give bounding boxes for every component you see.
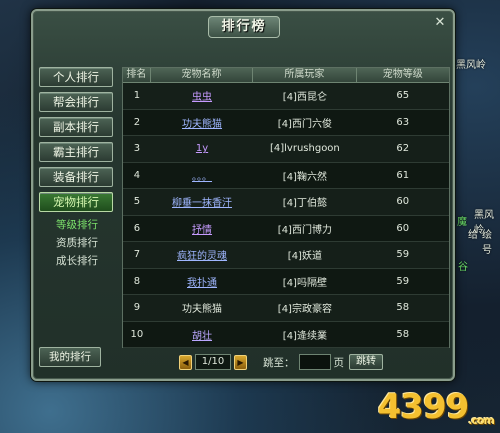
- table-row[interactable]: 5 柳垂一抹香汗 [4]丁伯懿 60: [123, 189, 449, 216]
- pet-name-link[interactable]: 疯狂的灵魂: [177, 251, 227, 262]
- table-row[interactable]: 10 胡壮 [4]逄续業 58: [123, 322, 449, 348]
- header-owner[interactable]: 所属玩家: [253, 68, 357, 82]
- pet-name-link[interactable]: 我扑通: [187, 278, 217, 289]
- cell-level: 60: [396, 222, 410, 234]
- cell-level: 65: [396, 90, 410, 102]
- jump-label: 跳至：: [263, 356, 295, 369]
- pet-name-link[interactable]: 。。。: [192, 172, 212, 183]
- sub-item-growth[interactable]: 成长排行: [56, 252, 119, 270]
- cell-owner: [4]西门博力: [277, 224, 332, 236]
- category-button-equipment[interactable]: 装备排行: [39, 167, 113, 187]
- cell-owner: [4]吗隔壁: [282, 277, 327, 289]
- title-bar[interactable]: 排行榜 ✕: [33, 11, 453, 41]
- category-button-overlord[interactable]: 霸主排行: [39, 142, 113, 162]
- table-header: 排名 宠物名称 所属玩家 宠物等级: [123, 68, 449, 83]
- cell-rank: 10: [130, 328, 144, 340]
- table-row[interactable]: 2 功夫熊猫 [4]西门六俊 63: [123, 110, 449, 136]
- header-rank[interactable]: 排名: [123, 68, 151, 82]
- cell-rank: 2: [133, 116, 141, 128]
- cell-owner: [4]西昆仑: [282, 92, 327, 104]
- category-sidebar: 个人排行 帮会排行 副本排行 霸主排行 装备排行 宠物排行 等级排行 资质排行 …: [39, 67, 119, 270]
- cell-level: 62: [396, 143, 410, 155]
- sub-item-level[interactable]: 等级排行: [56, 216, 119, 234]
- cell-level: 59: [396, 275, 410, 287]
- bg-label: 给: [468, 230, 478, 241]
- cell-rank: 4: [133, 169, 141, 181]
- cell-level: 58: [396, 328, 410, 340]
- page-indicator: 1/10: [195, 354, 231, 370]
- pagination: ◀ 1/10 ▶ 跳至： 页 跳转: [179, 353, 383, 371]
- page-unit-label: 页: [333, 356, 345, 369]
- header-pet-name[interactable]: 宠物名称: [151, 68, 254, 82]
- cell-pet: 功夫熊猫: [182, 304, 223, 316]
- pet-name-link[interactable]: 功夫熊猫: [182, 119, 222, 130]
- cell-pet: 虫虫: [151, 88, 253, 103]
- cell-pet: 抒情: [151, 221, 253, 236]
- category-button-dungeon[interactable]: 副本排行: [39, 117, 113, 137]
- pet-name-link[interactable]: 虫虫: [192, 92, 212, 103]
- close-icon[interactable]: ✕: [433, 16, 447, 30]
- pet-name-link[interactable]: 柳垂一抹香汗: [172, 198, 232, 209]
- jump-page-input[interactable]: [298, 354, 331, 370]
- cell-owner: [4]丁伯懿: [282, 198, 327, 210]
- cell-level: 61: [396, 169, 410, 181]
- cell-rank: 5: [133, 196, 141, 208]
- cell-owner: [4]西门六俊: [277, 118, 332, 130]
- category-button-personal[interactable]: 个人排行: [39, 67, 113, 87]
- table-row[interactable]: 7 疯狂的灵魂 [4]妖道 59: [123, 242, 449, 269]
- prev-page-icon[interactable]: ◀: [179, 354, 192, 370]
- cell-pet: 柳垂一抹香汗: [151, 194, 253, 209]
- cell-owner: [4]鞠六然: [282, 171, 327, 183]
- cell-level: 60: [396, 196, 410, 208]
- table-row[interactable]: 4 。。。 [4]鞠六然 61: [123, 163, 449, 189]
- header-pet-level[interactable]: 宠物等级: [357, 68, 449, 82]
- cell-rank: 8: [133, 275, 141, 287]
- cell-pet: 疯狂的灵魂: [151, 247, 253, 262]
- table-row[interactable]: 1 虫虫 [4]西昆仑 65: [123, 83, 449, 110]
- cell-owner: [4]宗政豪容: [277, 304, 332, 316]
- cell-pet: 我扑通: [151, 274, 253, 289]
- cell-rank: 3: [133, 143, 141, 155]
- cell-pet: 1y: [151, 143, 253, 154]
- cell-owner: [4]妖道: [287, 251, 322, 263]
- pet-name-link[interactable]: 1y: [196, 143, 208, 154]
- my-rank-button[interactable]: 我的排行: [39, 347, 101, 367]
- bg-label: 谷: [458, 262, 468, 273]
- table-row[interactable]: 8 我扑通 [4]吗隔壁 59: [123, 269, 449, 295]
- pet-sub-menu: 等级排行 资质排行 成长排行: [39, 216, 119, 270]
- cell-level: 59: [396, 249, 410, 261]
- cell-owner: [4]逄续業: [282, 330, 327, 342]
- leaderboard-window: 排行榜 ✕ 个人排行 帮会排行 副本排行 霸主排行 装备排行 宠物排行 等级排行…: [31, 9, 455, 381]
- category-button-pet[interactable]: 宠物排行: [39, 192, 113, 212]
- cell-level: 63: [396, 116, 410, 128]
- category-button-guild[interactable]: 帮会排行: [39, 92, 113, 112]
- window-title: 排行榜: [208, 16, 280, 38]
- ranking-table: 排名 宠物名称 所属玩家 宠物等级 1 虫虫 [4]西昆仑 65 2 功夫熊猫 …: [122, 67, 450, 348]
- table-row[interactable]: 6 抒情 [4]西门博力 60: [123, 216, 449, 242]
- sub-item-aptitude[interactable]: 资质排行: [56, 234, 119, 252]
- bg-label: 黑风岭: [456, 60, 486, 71]
- next-page-icon[interactable]: ▶: [234, 354, 247, 370]
- bg-label: 绘号: [482, 230, 492, 256]
- table-row[interactable]: 9 功夫熊猫 [4]宗政豪容 58: [123, 295, 449, 322]
- cell-rank: 6: [133, 222, 141, 234]
- cell-rank: 1: [133, 90, 141, 102]
- pet-name-link[interactable]: 胡壮: [192, 331, 212, 342]
- cell-rank: 7: [133, 249, 141, 261]
- cell-pet: 功夫熊猫: [151, 115, 253, 130]
- cell-pet: 。。。: [151, 168, 253, 183]
- cell-rank: 9: [133, 302, 141, 314]
- table-row[interactable]: 3 1y [4]lvrushgoon 62: [123, 136, 449, 163]
- jump-button[interactable]: 跳转: [349, 354, 383, 370]
- pet-name-link[interactable]: 抒情: [192, 225, 212, 236]
- bg-label: 魔: [457, 217, 467, 228]
- cell-owner: [4]lvrushgoon: [269, 143, 340, 155]
- cell-pet: 胡壮: [151, 327, 253, 342]
- table-body: 1 虫虫 [4]西昆仑 65 2 功夫熊猫 [4]西门六俊 63 3 1y [4…: [123, 83, 449, 348]
- cell-level: 58: [396, 302, 410, 314]
- watermark-logo: 4399.com: [377, 387, 495, 427]
